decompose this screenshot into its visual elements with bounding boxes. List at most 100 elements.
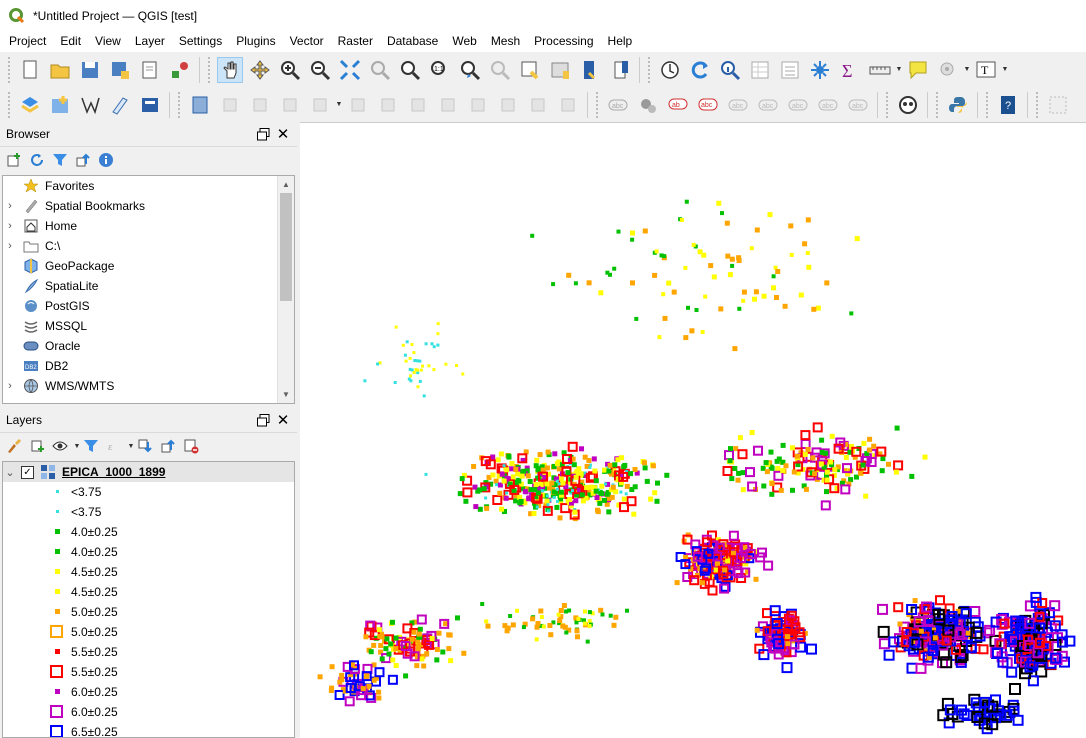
legend-item[interactable]: <3.75 <box>3 502 294 522</box>
browser-scrollbar[interactable]: ▲ ▼ <box>277 176 294 403</box>
legend-item[interactable]: 4.0±0.25 <box>3 542 294 562</box>
legend-item[interactable]: 4.0±0.25 <box>3 522 294 542</box>
toolbar-grip[interactable] <box>8 56 11 83</box>
toolbar-grip[interactable] <box>936 91 939 118</box>
refresh-icon[interactable] <box>27 150 47 170</box>
data-source-manager-icon[interactable] <box>17 92 43 118</box>
menu-plugins[interactable]: Plugins <box>229 31 282 52</box>
menu-web[interactable]: Web <box>445 31 483 52</box>
browser-item-mssql[interactable]: MSSQL <box>3 316 294 336</box>
zoom-to-layer-icon[interactable] <box>397 57 423 83</box>
float-panel-icon[interactable] <box>255 126 271 142</box>
measure-icon[interactable] <box>777 57 803 83</box>
menu-vector[interactable]: Vector <box>283 31 331 52</box>
pin-labels-icon[interactable]: ab <box>665 92 691 118</box>
zoom-to-selection-icon[interactable] <box>367 57 393 83</box>
layer-visibility-checkbox[interactable]: ✓ <box>21 465 34 479</box>
browser-item-postgis[interactable]: PostGIS <box>3 296 294 316</box>
menu-view[interactable]: View <box>88 31 128 52</box>
chevron-down-icon[interactable]: ⌄ <box>3 466 17 479</box>
legend-item[interactable]: 5.5±0.25 <box>3 642 294 662</box>
chevron-down-icon[interactable]: ▼ <box>73 433 81 459</box>
remove-layer-icon[interactable] <box>181 436 201 456</box>
filter-legend-icon[interactable] <box>81 436 101 456</box>
zoom-native-icon[interactable]: 1:1 <box>427 57 453 83</box>
identify-icon[interactable] <box>657 57 683 83</box>
print-layout-icon[interactable] <box>137 57 163 83</box>
layer-item[interactable]: ⌄ ✓ EPICA_1000_1899 <box>3 462 294 482</box>
collapse-all-icon[interactable] <box>73 150 93 170</box>
plugin-icon[interactable] <box>895 92 921 118</box>
digitize-icon[interactable] <box>107 92 133 118</box>
toolbar-grip[interactable] <box>178 91 181 118</box>
toolbar-grip[interactable] <box>208 56 211 83</box>
menu-project[interactable]: Project <box>2 31 53 52</box>
browser-item-c[interactable]: › C:\ <box>3 236 294 256</box>
browser-item-home[interactable]: › Home <box>3 216 294 236</box>
toolbar-grip[interactable] <box>986 91 989 118</box>
map-canvas[interactable] <box>300 122 1086 738</box>
python-console-icon[interactable] <box>945 92 971 118</box>
float-panel-icon[interactable] <box>255 412 271 428</box>
legend-item[interactable]: 4.5±0.25 <box>3 562 294 582</box>
browser-item-favorites[interactable]: Favorites <box>3 176 294 196</box>
toolbar-grip[interactable] <box>886 91 889 118</box>
browser-item-wms-wmts[interactable]: › WMS/WMTS <box>3 376 294 396</box>
zoom-next-icon[interactable] <box>487 57 513 83</box>
save-as-icon[interactable] <box>107 57 133 83</box>
chevron-down-icon[interactable]: ▼ <box>963 57 971 83</box>
open-project-icon[interactable] <box>47 57 73 83</box>
add-group-icon[interactable] <box>27 436 47 456</box>
chevron-down-icon[interactable]: ▼ <box>335 92 343 118</box>
filter-icon[interactable] <box>50 150 70 170</box>
close-panel-icon[interactable]: ✕ <box>275 412 291 429</box>
style-layer-icon[interactable] <box>4 436 24 456</box>
show-bookmarks-icon[interactable] <box>547 57 573 83</box>
new-bookmark-icon[interactable] <box>517 57 543 83</box>
legend-item[interactable]: 6.0±0.25 <box>3 702 294 722</box>
select-gear-icon[interactable] <box>935 57 961 83</box>
legend-item[interactable]: <3.75 <box>3 482 294 502</box>
help-icon[interactable]: ? <box>995 92 1021 118</box>
menu-processing[interactable]: Processing <box>527 31 600 52</box>
map-tips-icon[interactable] <box>807 57 833 83</box>
layer-name[interactable]: EPICA_1000_1899 <box>62 465 165 479</box>
add-selected-layers-icon[interactable] <box>4 150 24 170</box>
menu-help[interactable]: Help <box>601 31 640 52</box>
pan-to-selection-icon[interactable] <box>247 57 273 83</box>
chevron-right-icon[interactable]: › <box>3 240 17 252</box>
browser-item-spatialite[interactable]: SpatiaLite <box>3 276 294 296</box>
legend-item[interactable]: 6.5±0.25 <box>3 722 294 737</box>
menu-database[interactable]: Database <box>380 31 445 52</box>
attribute-table-icon[interactable] <box>687 57 713 83</box>
chevron-right-icon[interactable]: › <box>3 380 17 392</box>
legend-item[interactable]: 5.0±0.25 <box>3 622 294 642</box>
menu-mesh[interactable]: Mesh <box>484 31 527 52</box>
toolbar-grip[interactable] <box>596 91 599 118</box>
save-project-icon[interactable] <box>77 57 103 83</box>
zoom-last-icon[interactable] <box>457 57 483 83</box>
legend-item[interactable]: 5.5±0.25 <box>3 662 294 682</box>
new-geopackage-layer-icon[interactable] <box>47 92 73 118</box>
scroll-down-icon[interactable]: ▼ <box>278 386 294 403</box>
temporal-controller-icon[interactable] <box>577 57 603 83</box>
statistical-summary-icon[interactable] <box>747 57 773 83</box>
save-layer-icon[interactable] <box>137 92 163 118</box>
menu-edit[interactable]: Edit <box>53 31 88 52</box>
close-panel-icon[interactable]: ✕ <box>275 126 291 143</box>
visibility-icon[interactable] <box>50 436 70 456</box>
zoom-in-icon[interactable] <box>277 57 303 83</box>
chevron-right-icon[interactable]: › <box>3 200 17 212</box>
style-manager-icon[interactable] <box>167 57 193 83</box>
vertex-tool-icon[interactable] <box>77 92 103 118</box>
browser-item-db2[interactable]: DB2 DB2 <box>3 356 294 376</box>
browser-tree[interactable]: Favorites › Spatial Bookmarks › Home › C:\ GeoP… <box>2 175 295 404</box>
text-annotation-icon[interactable]: T <box>973 57 999 83</box>
layers-tree[interactable]: ⌄ ✓ EPICA_1000_1899 <3.75 <3.75 4.0±0.25 4.… <box>2 461 295 738</box>
pan-icon[interactable] <box>217 56 243 83</box>
toolbar-grip[interactable] <box>648 56 651 83</box>
zoom-out-icon[interactable] <box>307 57 333 83</box>
map-tips-bubble-icon[interactable] <box>905 57 931 83</box>
show-hide-labels-icon[interactable]: abc <box>695 92 721 118</box>
menu-settings[interactable]: Settings <box>172 31 229 52</box>
